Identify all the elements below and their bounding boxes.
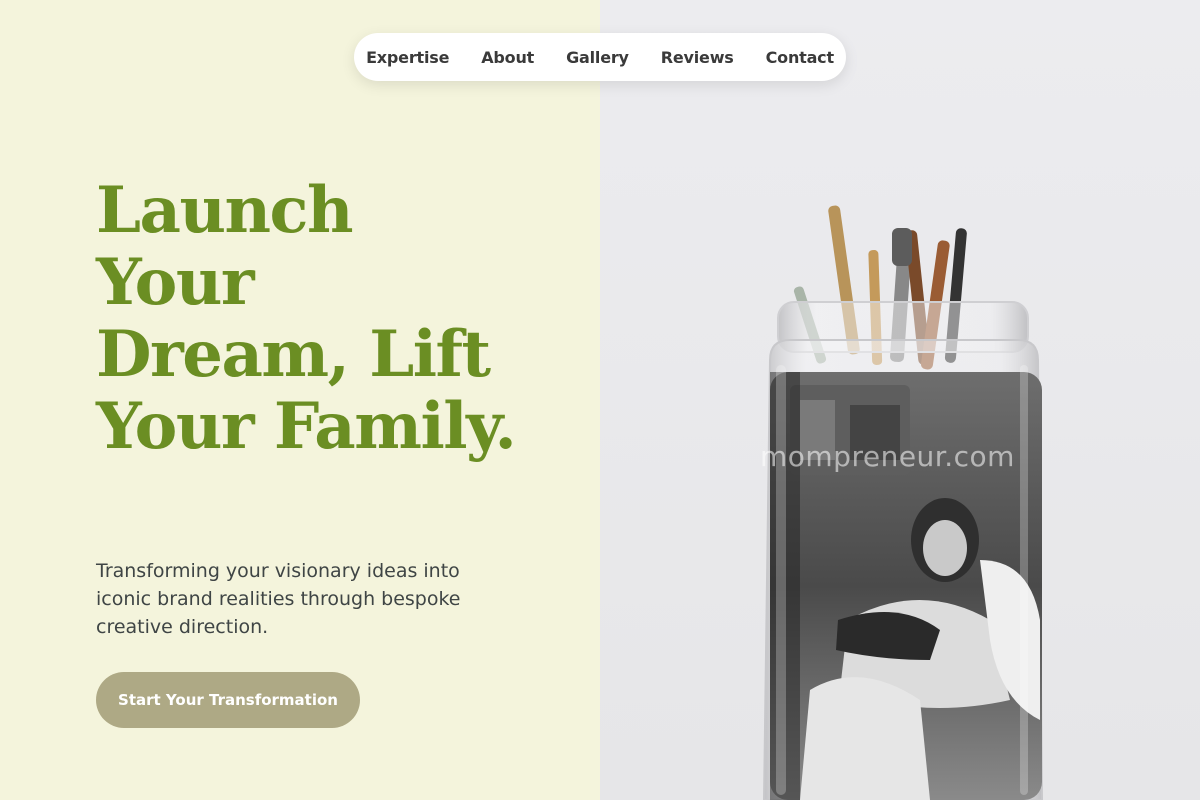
hero-jar-image [713, 205, 1093, 800]
nav-link-contact[interactable]: Contact [766, 48, 835, 67]
nav-link-gallery[interactable]: Gallery [566, 48, 629, 67]
hero-subtext: Transforming your visionary ideas into i… [96, 560, 461, 638]
nav-link-about[interactable]: About [481, 48, 534, 67]
glass-jar [713, 301, 1093, 800]
top-navigation: Expertise About Gallery Reviews Contact [354, 33, 846, 81]
nav-link-reviews[interactable]: Reviews [661, 48, 734, 67]
nav-link-expertise[interactable]: Expertise [366, 48, 449, 67]
image-watermark: mompreneur.com [760, 440, 1015, 473]
hero-right-panel: mompreneur.com [600, 0, 1200, 800]
hero-headline: Launch Your Dream, Lift Your Family. [96, 173, 517, 464]
start-transformation-button[interactable]: Start Your Transformation [96, 672, 360, 728]
